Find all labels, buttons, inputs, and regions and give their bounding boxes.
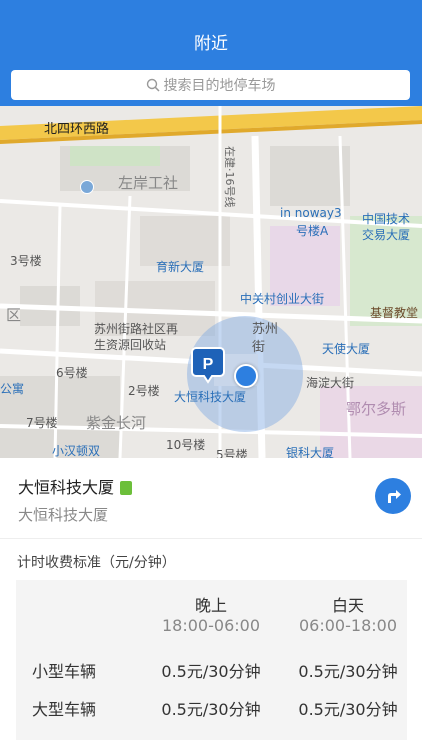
fee-large-day: 0.5元/30分钟 (298, 700, 398, 719)
map-label-suzhoujie: 苏州 (252, 322, 279, 337)
fee-small-day: 0.5元/30分钟 (298, 662, 398, 681)
map-label-xiaohan: 小汉顿双 (52, 444, 101, 458)
map-label-building6: 6号楼 (56, 366, 88, 380)
map-label-zuoan: 左岸工社 (118, 174, 179, 192)
row-label-small: 小型车辆 (32, 662, 97, 681)
place-name: 大恒科技大厦 (18, 478, 115, 497)
map-label-building7: 7号楼 (26, 416, 58, 430)
map-label-building10: 10号楼 (166, 438, 206, 452)
map-label-zijin: 紫金长河 (86, 414, 147, 432)
map-label-district: 区 (6, 306, 22, 324)
place-name-row: 大恒科技大厦 (18, 474, 133, 498)
app-header: 附近 (0, 0, 422, 64)
map-label-suzhou-2: 生资源回收站 (94, 338, 167, 352)
fee-table: 晚上 18:00-06:00 白天 06:00-18:00 小型车辆 0.5元/… (16, 580, 407, 740)
place-address: 大恒科技大厦 (18, 506, 109, 524)
current-location-icon (234, 364, 258, 388)
map-label-zgc: 中关村创业大街 (240, 292, 325, 306)
map-label-yinke: 银科大厦 (286, 446, 335, 458)
map-label-innoway: in noway3 (280, 206, 342, 220)
search-bar: 搜索目的地停车场 (0, 64, 422, 106)
map-label-zhongguo: 中国技术 (362, 212, 411, 226)
map-label-yuxin: 育新大厦 (156, 260, 205, 274)
fee-small-night: 0.5元/30分钟 (161, 662, 261, 681)
parking-marker-icon[interactable]: P (188, 346, 228, 386)
map-label-zhongguo-2: 交易大厦 (362, 228, 411, 242)
row-label-large: 大型车辆 (32, 700, 97, 719)
navigate-button[interactable] (375, 478, 411, 514)
fee-large-night: 0.5元/30分钟 (161, 700, 261, 719)
map-label-road: 北四环西路 (44, 122, 110, 137)
column-header-day: 白天 (331, 596, 364, 615)
map-label-daheng: 大恒科技大厦 (174, 390, 247, 404)
fee-title: 计时收费标准（元/分钟） (17, 555, 176, 571)
map-label-building3: 3号楼 (10, 254, 42, 268)
svg-text:P: P (203, 356, 214, 373)
column-header-night: 晚上 (194, 596, 227, 615)
page-title: 附近 (194, 34, 228, 54)
map-label-suzhoujie-2: 街 (252, 340, 266, 355)
navigation-arrow-icon (388, 490, 401, 503)
parking-poi-icon (80, 180, 94, 194)
map-label-eerduosi: 鄂尔多斯 (346, 400, 407, 418)
map-label-church: 基督教堂 (370, 306, 419, 320)
map-label-metro-line: 在建·16号线 (223, 146, 236, 208)
column-time-night: 18:00-06:00 (162, 616, 260, 635)
column-time-day: 06:00-18:00 (299, 616, 397, 635)
search-placeholder: 搜索目的地停车场 (163, 78, 276, 94)
map-label-innoway-2: 号楼A (296, 224, 329, 238)
map-label-tianshi: 天使大厦 (322, 342, 371, 356)
map-label-building5: 5号楼 (216, 448, 248, 458)
place-info[interactable]: 大恒科技大厦 大恒科技大厦 (0, 458, 422, 539)
map-label-building2: 2号楼 (128, 384, 160, 398)
map-label-suzhou-1: 苏州街路社区再 (94, 322, 179, 336)
map-view[interactable]: 北四环西路 左岸工社 in noway3 号楼A 中国技术 交易大厦 3号楼 育… (0, 106, 422, 458)
map-label-haidian: 海淀大街 (306, 376, 355, 390)
parking-badge-icon (120, 481, 133, 495)
search-input[interactable]: 搜索目的地停车场 (11, 70, 410, 100)
search-icon (146, 78, 160, 92)
fee-section: 计时收费标准（元/分钟） 晚上 18:00-06:00 白天 06:00-18:… (0, 540, 422, 750)
map-label-gongyu: 公寓 (0, 382, 25, 396)
